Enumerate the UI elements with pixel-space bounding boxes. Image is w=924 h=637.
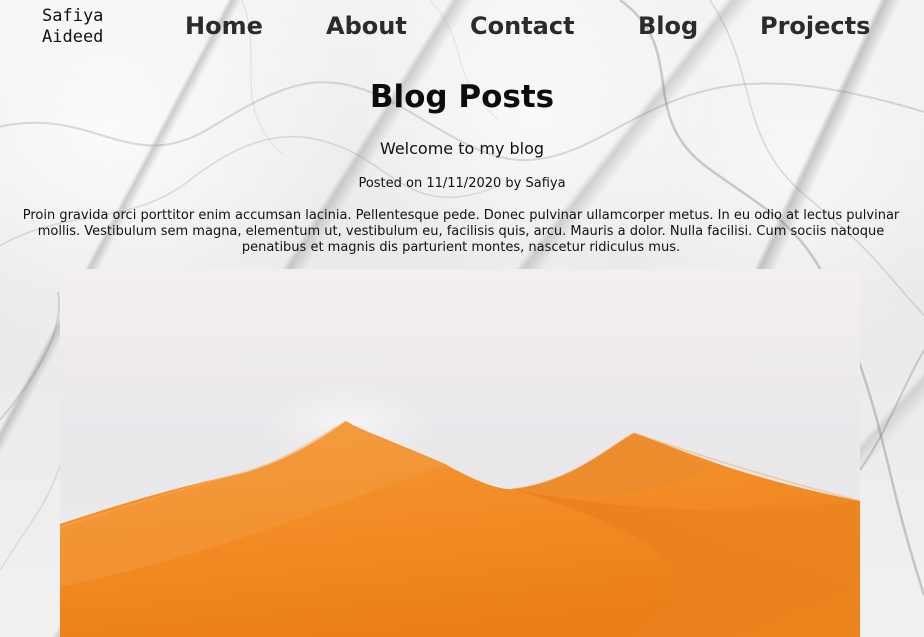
desert-dunes-image [60, 269, 860, 637]
post-meta: Posted on 11/11/2020 by Safiya [358, 176, 566, 191]
nav-link-contact[interactable]: Contact [470, 11, 575, 42]
nav-link-about[interactable]: About [326, 11, 407, 42]
post-body: Proin gravida orci porttitor enim accums… [22, 208, 900, 255]
page-title: Blog Posts [369, 79, 555, 115]
nav-link-blog[interactable]: Blog [638, 11, 698, 42]
blog-post-title: Welcome to my blog [379, 139, 545, 158]
nav-link-home[interactable]: Home [185, 11, 263, 42]
main-navigation: Home About Contact Blog Projects [0, 11, 924, 46]
nav-link-projects[interactable]: Projects [760, 11, 870, 42]
